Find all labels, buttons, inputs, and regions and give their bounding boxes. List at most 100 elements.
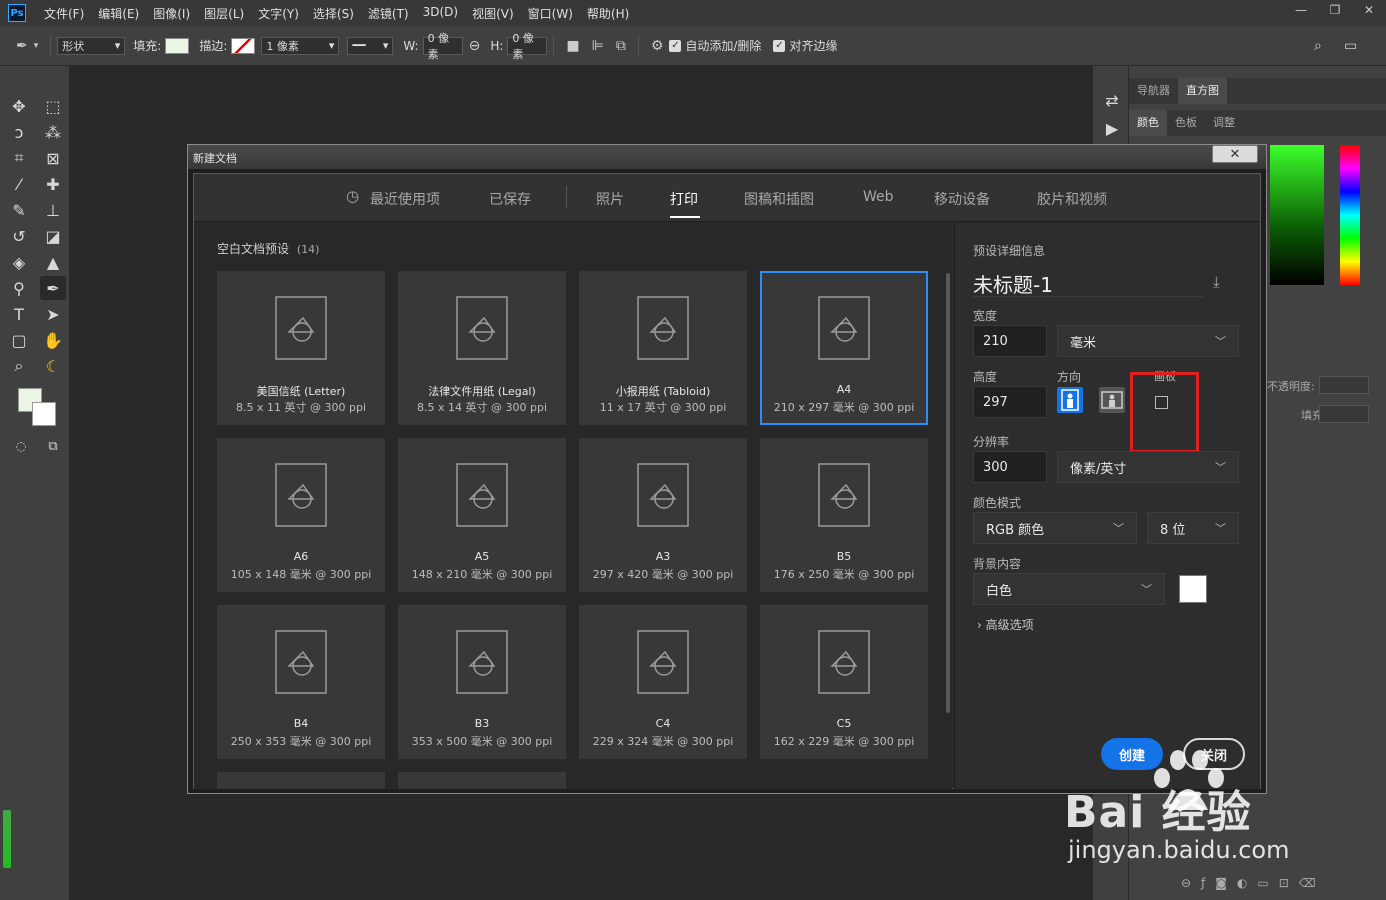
preset-card-b3[interactable]: B3 353 x 500 毫米 @ 300 ppi: [398, 605, 566, 759]
paint-bucket-tool-icon[interactable]: ◈: [6, 250, 32, 274]
bit-depth-select[interactable]: 8 位 ﹀: [1147, 512, 1239, 544]
preset-card-a3[interactable]: A3 297 x 420 毫米 @ 300 ppi: [579, 438, 747, 592]
fill-swatch[interactable]: [165, 37, 190, 54]
preset-card-b5[interactable]: B5 176 x 250 毫米 @ 300 ppi: [760, 438, 928, 592]
marquee-tool-icon[interactable]: ⬚: [40, 94, 66, 118]
tab-print[interactable]: 打印: [670, 189, 698, 209]
background-select[interactable]: 白色 ﹀: [973, 573, 1165, 605]
tab-art-illustration[interactable]: 图稿和插图: [744, 189, 814, 209]
opacity-input[interactable]: [1319, 376, 1369, 394]
height-input[interactable]: 0 像素: [507, 32, 548, 61]
resolution-input[interactable]: 300: [973, 451, 1047, 483]
healing-brush-tool-icon[interactable]: ✚: [40, 172, 66, 196]
menu-3d[interactable]: 3D(D): [423, 5, 458, 22]
pen-tool-icon[interactable]: ✒: [16, 38, 28, 54]
type-tool-icon[interactable]: T: [6, 302, 32, 326]
preset-card-c4[interactable]: C4 229 x 324 毫米 @ 300 ppi: [579, 605, 747, 759]
resolution-unit-select[interactable]: 像素/英寸 ﹀: [1057, 451, 1239, 483]
menu-help[interactable]: 帮助(H): [587, 5, 629, 22]
menu-type[interactable]: 文字(Y): [258, 5, 299, 22]
presets-scrollbar[interactable]: [946, 273, 950, 713]
history-panel-icon[interactable]: ⇄: [1099, 88, 1125, 112]
pen-tool-icon[interactable]: ✒: [40, 276, 66, 300]
menu-view[interactable]: 视图(V): [472, 5, 514, 22]
menu-file[interactable]: 文件(F): [44, 5, 84, 22]
advanced-options-toggle[interactable]: › 高级选项: [977, 616, 1034, 633]
path-operations-icon[interactable]: ■: [566, 38, 579, 54]
close-icon[interactable]: ✕: [1352, 0, 1386, 20]
blur-tool-icon[interactable]: ▲: [40, 250, 66, 274]
rectangle-tool-icon[interactable]: ▢: [6, 328, 32, 352]
tab-film-video[interactable]: 胶片和视频: [1037, 189, 1107, 209]
banana-icon[interactable]: ☾: [40, 354, 66, 378]
hand-tool-icon[interactable]: ✋: [40, 328, 66, 352]
menu-window[interactable]: 窗口(W): [528, 5, 573, 22]
eraser-tool-icon[interactable]: ◪: [40, 224, 66, 248]
preset-card-c5[interactable]: C5 162 x 229 毫米 @ 300 ppi: [760, 605, 928, 759]
tab-swatches[interactable]: 色板: [1167, 110, 1205, 136]
search-icon[interactable]: ⌕: [1314, 38, 1322, 54]
width-input[interactable]: 210: [973, 325, 1047, 357]
width-unit-select[interactable]: 毫米 ﹀: [1057, 325, 1239, 357]
path-selection-tool-icon[interactable]: ➤: [40, 302, 66, 326]
zoom-tool-icon[interactable]: ⌕: [6, 354, 32, 378]
width-input[interactable]: 0 像素: [422, 32, 463, 61]
stroke-type-select[interactable]: ━━ ▾: [347, 36, 394, 55]
stroke-width-select[interactable]: 1 像素 ▾: [261, 36, 340, 55]
minimize-icon[interactable]: —: [1284, 0, 1318, 20]
tool-mode-select[interactable]: 形状 ▾: [57, 36, 126, 55]
link-icon[interactable]: ⊖: [469, 38, 481, 54]
frame-tool-icon[interactable]: ⊠: [40, 146, 66, 170]
preset-card-a5[interactable]: A5 148 x 210 毫米 @ 300 ppi: [398, 438, 566, 592]
menu-layer[interactable]: 图层(L): [204, 5, 244, 22]
preset-card-a4[interactable]: A4 210 x 297 毫米 @ 300 ppi: [760, 271, 928, 425]
screen-mode-icon[interactable]: ⧉: [40, 434, 66, 458]
preset-card-a6[interactable]: A6 105 x 148 毫米 @ 300 ppi: [217, 438, 385, 592]
fill-input[interactable]: [1319, 405, 1369, 423]
magic-wand-tool-icon[interactable]: ⁂: [40, 120, 66, 144]
color-picker-field[interactable]: [1270, 145, 1324, 285]
align-edges-checkbox[interactable]: ✓: [773, 39, 786, 52]
preset-card-letter[interactable]: 美国信纸 (Letter) 8.5 x 11 英寸 @ 300 ppi: [217, 271, 385, 425]
workspace-icon[interactable]: ▭: [1344, 38, 1357, 54]
hue-spectrum[interactable]: [1340, 145, 1360, 285]
path-arrangement-icon[interactable]: ⧉: [616, 38, 626, 54]
brush-tool-icon[interactable]: ✎: [6, 198, 32, 222]
history-brush-tool-icon[interactable]: ↺: [6, 224, 32, 248]
tab-adjustments[interactable]: 调整: [1205, 110, 1243, 136]
dialog-close-button[interactable]: ✕: [1212, 145, 1258, 163]
stroke-swatch[interactable]: [231, 37, 256, 54]
lasso-tool-icon[interactable]: ↄ: [6, 120, 32, 144]
tab-mobile[interactable]: 移动设备: [934, 189, 990, 209]
auto-add-checkbox[interactable]: ✓: [669, 39, 682, 52]
height-input[interactable]: 297: [973, 386, 1047, 418]
restore-icon[interactable]: ❐: [1318, 0, 1352, 20]
preset-card-more[interactable]: [398, 772, 566, 789]
dodge-tool-icon[interactable]: ⚲: [6, 276, 32, 300]
tab-saved[interactable]: 已保存: [489, 189, 531, 209]
document-name-input[interactable]: 未标题-1: [973, 269, 1203, 297]
move-tool-icon[interactable]: ✥: [6, 94, 32, 118]
gear-icon[interactable]: ⚙: [651, 38, 664, 54]
quick-mask-icon[interactable]: ◌: [8, 434, 34, 458]
menu-select[interactable]: 选择(S): [313, 5, 354, 22]
save-preset-icon[interactable]: ⤓: [1213, 273, 1220, 291]
preset-card-tabloid[interactable]: 小报用纸 (Tabloid) 11 x 17 英寸 @ 300 ppi: [579, 271, 747, 425]
tab-web[interactable]: Web: [863, 189, 894, 205]
actions-panel-icon[interactable]: ▶: [1099, 116, 1125, 140]
tab-color[interactable]: 颜色: [1129, 110, 1167, 136]
background-color-swatch[interactable]: [32, 402, 56, 426]
crop-tool-icon[interactable]: ⌗: [6, 146, 32, 170]
menu-edit[interactable]: 编辑(E): [98, 5, 139, 22]
eyedropper-tool-icon[interactable]: ⁄: [6, 172, 32, 196]
tab-histogram[interactable]: 直方图: [1178, 78, 1227, 104]
background-color-swatch[interactable]: [1179, 575, 1207, 603]
layer-actions-icons[interactable]: ⊖ƒ◙◐▭⊡⌫: [1181, 876, 1326, 890]
preset-card-legal[interactable]: 法律文件用纸 (Legal) 8.5 x 14 英寸 @ 300 ppi: [398, 271, 566, 425]
chevron-down-icon[interactable]: ▾: [34, 41, 39, 51]
menu-filter[interactable]: 滤镜(T): [368, 5, 409, 22]
path-alignment-icon[interactable]: ⊫: [592, 38, 604, 54]
tab-navigator[interactable]: 导航器: [1129, 78, 1178, 104]
color-mode-select[interactable]: RGB 颜色 ﹀: [973, 512, 1137, 544]
landscape-orientation-button[interactable]: [1099, 387, 1125, 413]
